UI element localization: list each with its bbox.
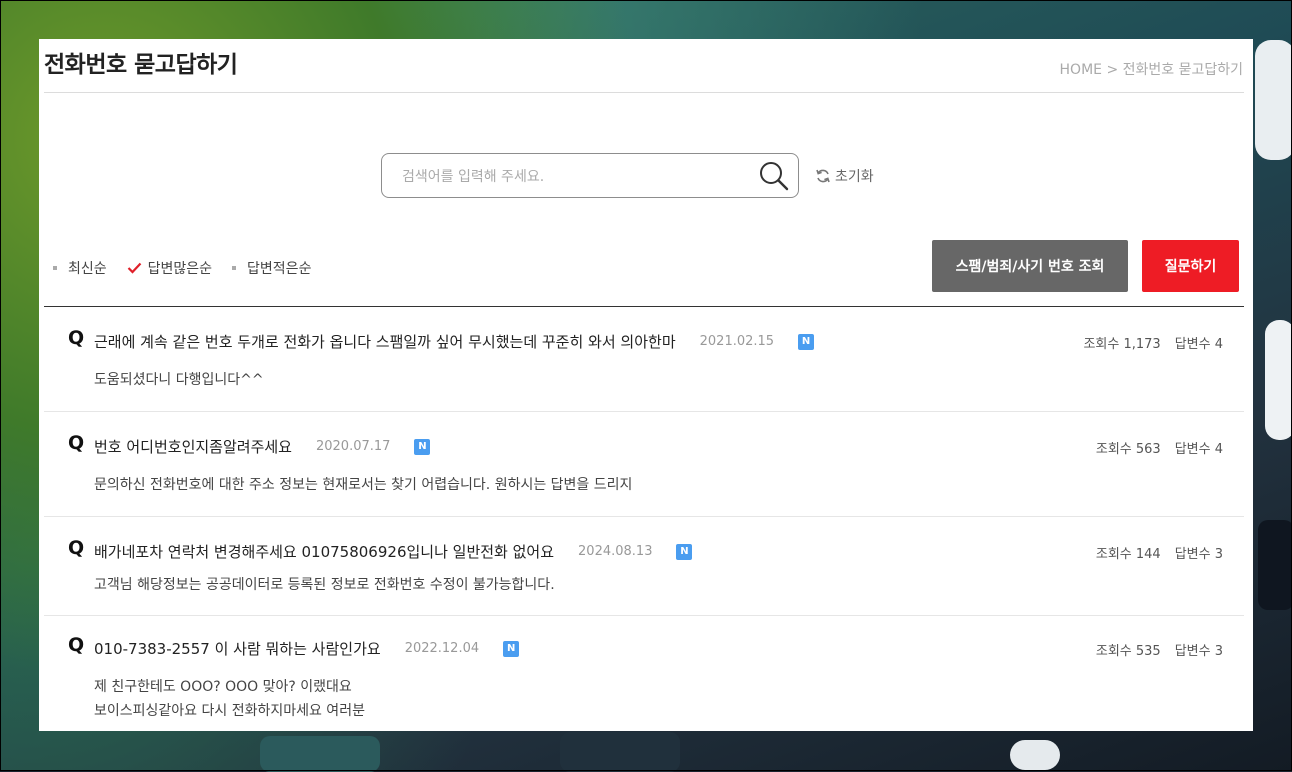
screenshot-border [0, 0, 1292, 771]
